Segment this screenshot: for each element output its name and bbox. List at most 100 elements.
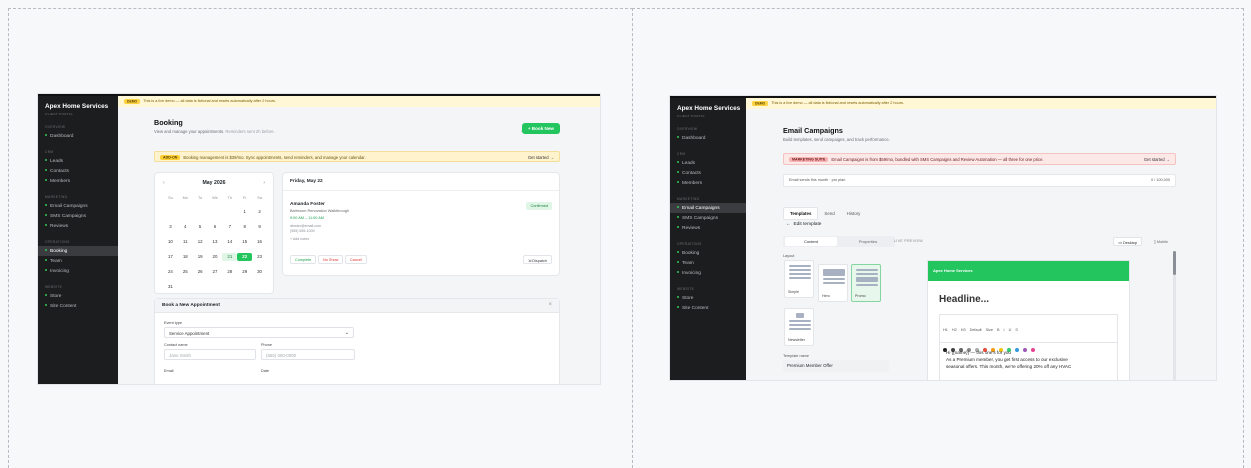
sidebar-item-reviews[interactable]: Reviews [38, 221, 118, 231]
calendar-day[interactable]: 19 [193, 253, 208, 261]
layout-promo[interactable]: Promo [851, 264, 881, 302]
demo-tag: DEMO [752, 100, 769, 106]
calendar-day[interactable]: 15 [237, 238, 252, 246]
sidebar-item-contacts[interactable]: Contacts [38, 166, 118, 176]
sidebar-item-site-content[interactable]: Site Content [38, 301, 118, 311]
layout-hero[interactable]: Hero [818, 264, 848, 302]
sidebar-item-sms-campaigns[interactable]: SMS Campaigns [38, 211, 118, 221]
toolbar-u-button[interactable]: U [1009, 328, 1012, 332]
layout-simple[interactable]: Simple [784, 260, 814, 298]
toolbar-s-button[interactable]: S [1015, 328, 1018, 332]
sidebar-item-booking[interactable]: Booking [38, 246, 118, 256]
preview-headline[interactable]: Headline... [939, 294, 989, 305]
calendar-day[interactable]: 2 [252, 208, 267, 216]
contact-name-input[interactable]: Jane Smith [164, 349, 256, 360]
sidebar-item-label: Store [50, 293, 62, 299]
sidebar-item-leads[interactable]: Leads [670, 158, 746, 168]
tab-templates[interactable]: Templates [783, 207, 819, 220]
cancel-button[interactable]: Cancel [345, 255, 367, 264]
close-icon[interactable]: × [548, 302, 552, 308]
calendar-day[interactable]: 3 [163, 223, 178, 231]
calendar-day[interactable]: 20 [208, 253, 223, 261]
calendar-day[interactable]: 12 [193, 238, 208, 246]
calendar-day[interactable]: 30 [252, 268, 267, 276]
calendar-day[interactable]: 1 [237, 208, 252, 216]
calendar-day[interactable]: 18 [178, 253, 193, 261]
mobile-label: Mobile [1156, 240, 1168, 244]
sidebar-item-invoicing[interactable]: Invoicing [670, 268, 746, 278]
calendar-day[interactable]: 7 [222, 223, 237, 231]
add-notes-link[interactable]: + Add notes [290, 237, 309, 241]
calendar-day[interactable]: 9 [252, 223, 267, 231]
toolbar-h1-button[interactable]: H1 [943, 328, 948, 332]
calendar-day[interactable]: 4 [178, 223, 193, 231]
calendar-day[interactable]: 13 [208, 238, 223, 246]
calendar-day[interactable]: 10 [163, 238, 178, 246]
calendar-day[interactable]: 21 [222, 253, 238, 261]
calendar-day[interactable]: 11 [178, 238, 193, 246]
sidebar-item-store[interactable]: Store [38, 291, 118, 301]
toolbar-default-button[interactable]: Default [970, 328, 982, 332]
sidebar-item-team[interactable]: Team [38, 256, 118, 266]
sidebar-item-site-content[interactable]: Site Content [670, 303, 746, 313]
book-new-button[interactable]: + Book New [521, 123, 560, 134]
sidebar-item-dashboard[interactable]: Dashboard [670, 133, 746, 143]
sidebar-item-reviews[interactable]: Reviews [670, 223, 746, 233]
sidebar-item-store[interactable]: Store [670, 293, 746, 303]
sidebar-item-email-campaigns[interactable]: Email Campaigns [38, 201, 118, 211]
toolbar-b-button[interactable]: B [997, 328, 1000, 332]
tab-send[interactable]: Send [818, 208, 840, 219]
calendar-day[interactable]: 17 [163, 253, 178, 261]
sidebar-item-email-campaigns[interactable]: Email Campaigns [670, 203, 746, 213]
toolbar-size-button[interactable]: Size [986, 328, 993, 332]
addon-text: Booking management is $39/mo. Sync appoi… [183, 154, 366, 160]
toolbar-h3-button[interactable]: H3 [961, 328, 966, 332]
scrollbar[interactable] [1173, 251, 1176, 380]
layout-newsletter[interactable]: Newsletter [784, 308, 814, 346]
sidebar-item-booking[interactable]: Booking [670, 248, 746, 258]
addon-cta[interactable]: Get started → [1144, 157, 1170, 162]
calendar-day[interactable]: 23 [252, 253, 267, 261]
tab-history[interactable]: History [841, 208, 867, 219]
calendar-day[interactable]: 14 [222, 238, 237, 246]
calendar-day[interactable]: 31 [163, 283, 178, 291]
complete-button[interactable]: Complete [290, 255, 317, 264]
calendar-day[interactable]: 25 [178, 268, 193, 276]
calendar-day[interactable]: 8 [237, 223, 252, 231]
calendar-day[interactable]: 16 [252, 238, 267, 246]
calendar-day[interactable]: 26 [193, 268, 208, 276]
sidebar-item-team[interactable]: Team [670, 258, 746, 268]
calendar-day[interactable]: 6 [208, 223, 223, 231]
sidebar-item-sms-campaigns[interactable]: SMS Campaigns [670, 213, 746, 223]
calendar-day[interactable]: 22 [237, 253, 253, 261]
next-month-icon[interactable]: › [263, 180, 265, 186]
toolbar-i-button[interactable]: I [1004, 328, 1005, 332]
addon-cta[interactable]: Get started → [528, 155, 554, 160]
no-show-button[interactable]: No Show [318, 255, 344, 264]
calendar-day[interactable]: 5 [193, 223, 208, 231]
tab-properties[interactable]: Properties [843, 237, 893, 246]
edit-template-header[interactable]: ← Edit template [786, 222, 821, 227]
toolbar-h2-button[interactable]: H2 [952, 328, 957, 332]
event-type-select[interactable]: Service Appointment ⌄ [164, 327, 354, 338]
template-name-input[interactable]: Premium Member Offer [783, 360, 889, 372]
sidebar-item-leads[interactable]: Leads [38, 156, 118, 166]
desktop-toggle[interactable]: ▭ Desktop [1113, 237, 1142, 246]
calendar-day[interactable]: 29 [237, 268, 252, 276]
subtitle-muted: Reminders sent 2h before. [225, 129, 275, 134]
sidebar-item-dashboard[interactable]: Dashboard [38, 131, 118, 141]
mobile-toggle[interactable]: ▯ Mobile [1154, 239, 1168, 244]
editor-body[interactable]: Hi {{name}} — this one's for you As a Pre… [939, 342, 1118, 380]
tab-content[interactable]: Content [785, 237, 837, 246]
scrollbar-thumb[interactable] [1173, 251, 1176, 275]
calendar-day[interactable]: 27 [208, 268, 223, 276]
sidebar-item-invoicing[interactable]: Invoicing [38, 266, 118, 276]
sidebar-item-members[interactable]: Members [670, 178, 746, 188]
dispatch-button[interactable]: ⇲ Dispatch [522, 255, 552, 264]
sidebar-section-operations: OPERATIONS [677, 242, 702, 246]
calendar-day[interactable]: 28 [222, 268, 237, 276]
sidebar-item-members[interactable]: Members [38, 176, 118, 186]
phone-input[interactable]: (555) 000-0000 [261, 349, 355, 360]
sidebar-item-contacts[interactable]: Contacts [670, 168, 746, 178]
calendar-day[interactable]: 24 [163, 268, 178, 276]
